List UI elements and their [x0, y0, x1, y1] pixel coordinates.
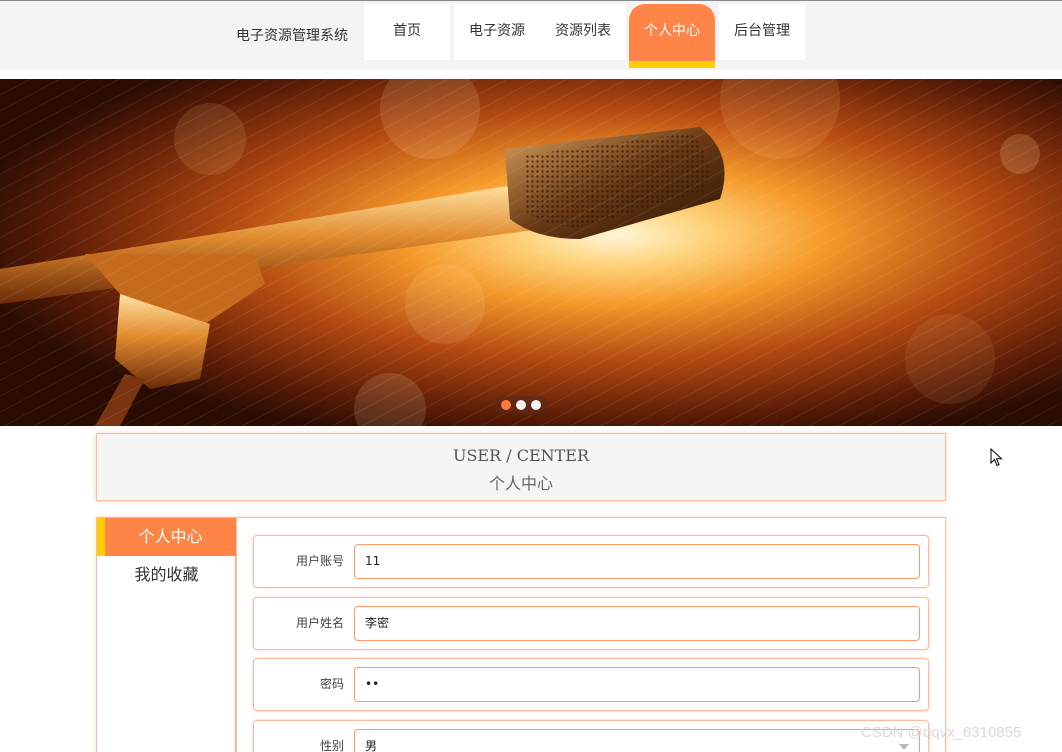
app-title: 电子资源管理系统: [236, 28, 348, 44]
gender-label: 性别: [319, 739, 344, 752]
carousel-dot-3[interactable]: [531, 400, 541, 410]
section-title-cn: 个人中心: [488, 474, 553, 493]
gender-select[interactable]: 男: [354, 729, 920, 752]
watermark: CSDN @qqvx_6310855: [861, 724, 1022, 741]
section-header: USER / CENTER 个人中心: [96, 433, 946, 501]
form-row-password: 密码 ••: [253, 658, 929, 711]
account-input[interactable]: 11: [354, 544, 920, 579]
nav-e-resources[interactable]: 电子资源: [454, 4, 540, 60]
nav-resource-list[interactable]: 资源列表: [540, 4, 626, 60]
mouse-pointer-icon: [990, 448, 1003, 467]
top-nav: 电子资源管理系统 首页 电子资源 资源列表 个人中心 后台管理: [0, 0, 1062, 70]
side-menu: 个人中心 我的收藏: [96, 517, 236, 752]
nav-personal-center[interactable]: 个人中心: [629, 4, 715, 68]
form-row-account: 用户账号 11: [253, 535, 929, 588]
gender-value: 男: [365, 739, 378, 752]
section-title-en: USER / CENTER: [452, 446, 590, 465]
microphone-illustration: [0, 79, 1062, 426]
account-label: 用户账号: [295, 554, 344, 568]
carousel-indicators: [494, 396, 548, 414]
form-row-name: 用户姓名 李密: [253, 597, 929, 650]
form-row-gender: 性别 男: [253, 720, 929, 752]
profile-form: 用户账号 11 用户姓名 李密 密码 •• 性别 男: [236, 517, 946, 752]
page: 电子资源管理系统 首页 电子资源 资源列表 个人中心 后台管理 USER / C…: [0, 0, 1062, 752]
banner-carousel[interactable]: [0, 79, 1062, 426]
side-item-personal-center[interactable]: 个人中心: [97, 518, 236, 556]
password-input[interactable]: ••: [354, 667, 920, 702]
chevron-down-icon[interactable]: [899, 744, 909, 750]
side-item-favorites[interactable]: 我的收藏: [97, 556, 236, 594]
name-input[interactable]: 李密: [354, 606, 920, 641]
name-label: 用户姓名: [295, 616, 344, 630]
nav-admin[interactable]: 后台管理: [719, 4, 805, 60]
nav-home[interactable]: 首页: [364, 4, 450, 60]
carousel-dot-2[interactable]: [516, 400, 526, 410]
carousel-dot-1[interactable]: [501, 400, 511, 410]
password-label: 密码: [319, 677, 344, 691]
